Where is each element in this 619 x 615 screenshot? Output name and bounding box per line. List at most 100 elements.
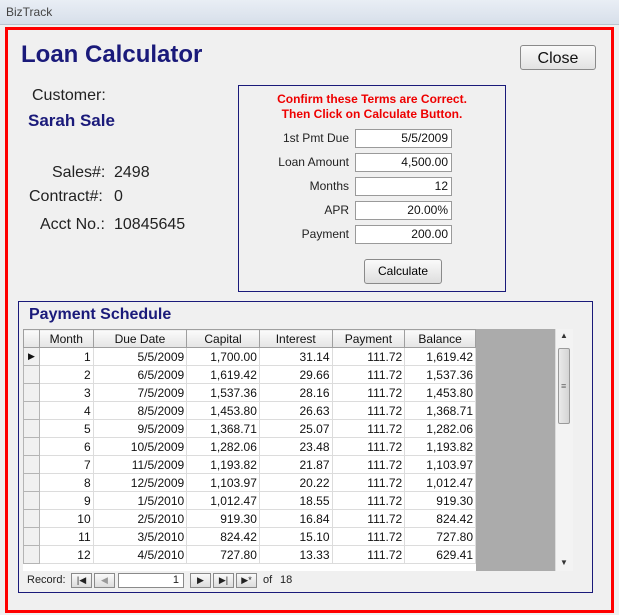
cell-month[interactable]: 1	[38, 347, 94, 366]
cell-interest[interactable]: 25.07	[258, 419, 333, 438]
previous-record-icon[interactable]: ◀	[94, 573, 115, 588]
cell-payment[interactable]: 111.72	[331, 383, 406, 402]
cell-capital[interactable]: 1,012.47	[186, 491, 260, 510]
column-header-capital[interactable]: Capital	[186, 329, 260, 348]
cell-payment[interactable]: 111.72	[331, 455, 406, 474]
row-selector[interactable]	[23, 383, 40, 402]
close-button[interactable]: Close	[520, 45, 596, 70]
cell-month[interactable]: 3	[38, 383, 94, 402]
cell-balance[interactable]: 1,537.36	[404, 365, 476, 384]
cell-capital[interactable]: 919.30	[186, 509, 260, 528]
payment-schedule-grid[interactable]: Month Due Date Capital Interest Payment …	[23, 329, 476, 571]
cell-payment[interactable]: 111.72	[331, 401, 406, 420]
payment-field[interactable]: 200.00	[355, 225, 452, 244]
column-header-balance[interactable]: Balance	[404, 329, 476, 348]
cell-capital[interactable]: 1,537.36	[186, 383, 260, 402]
cell-payment[interactable]: 111.72	[331, 365, 406, 384]
cell-month[interactable]: 7	[38, 455, 94, 474]
apr-field[interactable]: 20.00%	[355, 201, 452, 220]
cell-month[interactable]: 5	[38, 419, 94, 438]
last-record-icon[interactable]: ▶|	[213, 573, 234, 588]
cell-capital[interactable]: 824.42	[186, 527, 260, 546]
new-record-icon[interactable]: ▶*	[236, 573, 257, 588]
current-record-field[interactable]: 1	[118, 573, 184, 588]
cell-interest[interactable]: 26.63	[258, 401, 333, 420]
cell-month[interactable]: 10	[38, 509, 94, 528]
table-row[interactable]: 3 7/5/2009 1,537.36 28.16 111.72 1,453.80	[23, 383, 476, 402]
cell-month[interactable]: 4	[38, 401, 94, 420]
cell-due-date[interactable]: 9/5/2009	[92, 419, 188, 438]
cell-due-date[interactable]: 11/5/2009	[92, 455, 188, 474]
row-selector[interactable]	[23, 365, 40, 384]
cell-capital[interactable]: 1,103.97	[186, 473, 260, 492]
cell-interest[interactable]: 13.33	[258, 545, 333, 564]
cell-interest[interactable]: 31.14	[258, 347, 333, 366]
cell-payment[interactable]: 111.72	[331, 491, 406, 510]
cell-capital[interactable]: 1,453.80	[186, 401, 260, 420]
cell-interest[interactable]: 16.84	[258, 509, 333, 528]
column-header-month[interactable]: Month	[38, 329, 94, 348]
cell-due-date[interactable]: 3/5/2010	[92, 527, 188, 546]
table-row[interactable]: 10 2/5/2010 919.30 16.84 111.72 824.42	[23, 509, 476, 528]
row-selector[interactable]	[23, 419, 40, 438]
cell-due-date[interactable]: 7/5/2009	[92, 383, 188, 402]
cell-month[interactable]: 6	[38, 437, 94, 456]
cell-balance[interactable]: 1,193.82	[404, 437, 476, 456]
row-selector[interactable]	[23, 545, 40, 564]
scroll-down-icon[interactable]: ▼	[560, 558, 568, 567]
cell-payment[interactable]: 111.72	[331, 473, 406, 492]
row-selector[interactable]	[23, 455, 40, 474]
cell-payment[interactable]: 111.72	[331, 509, 406, 528]
table-row[interactable]: 6 10/5/2009 1,282.06 23.48 111.72 1,193.82	[23, 437, 476, 456]
cell-payment[interactable]: 111.72	[331, 545, 406, 564]
next-record-icon[interactable]: ▶	[190, 573, 211, 588]
row-selector[interactable]	[23, 473, 40, 492]
cell-payment[interactable]: 111.72	[331, 527, 406, 546]
cell-month[interactable]: 11	[38, 527, 94, 546]
cell-month[interactable]: 9	[38, 491, 94, 510]
cell-interest[interactable]: 18.55	[258, 491, 333, 510]
table-row[interactable]: 7 11/5/2009 1,193.82 21.87 111.72 1,103.97	[23, 455, 476, 474]
cell-capital[interactable]: 727.80	[186, 545, 260, 564]
cell-due-date[interactable]: 5/5/2009	[92, 347, 188, 366]
column-header-due-date[interactable]: Due Date	[92, 329, 188, 348]
table-row[interactable]: 12 4/5/2010 727.80 13.33 111.72 629.41	[23, 545, 476, 564]
column-header-interest[interactable]: Interest	[258, 329, 333, 348]
cell-due-date[interactable]: 12/5/2009	[92, 473, 188, 492]
cell-balance[interactable]: 1,619.42	[404, 347, 476, 366]
months-field[interactable]: 12	[355, 177, 452, 196]
cell-capital[interactable]: 1,700.00	[186, 347, 260, 366]
cell-interest[interactable]: 28.16	[258, 383, 333, 402]
cell-capital[interactable]: 1,193.82	[186, 455, 260, 474]
calculate-button[interactable]: Calculate	[364, 259, 442, 284]
cell-capital[interactable]: 1,368.71	[186, 419, 260, 438]
loan-amount-field[interactable]: 4,500.00	[355, 153, 452, 172]
cell-balance[interactable]: 1,103.97	[404, 455, 476, 474]
cell-due-date[interactable]: 8/5/2009	[92, 401, 188, 420]
cell-interest[interactable]: 21.87	[258, 455, 333, 474]
cell-balance[interactable]: 1,282.06	[404, 419, 476, 438]
cell-payment[interactable]: 111.72	[331, 419, 406, 438]
first-record-icon[interactable]: |◀	[71, 573, 92, 588]
scroll-up-icon[interactable]: ▲	[560, 331, 568, 340]
table-row[interactable]: 8 12/5/2009 1,103.97 20.22 111.72 1,012.47	[23, 473, 476, 492]
column-header-payment[interactable]: Payment	[331, 329, 406, 348]
cell-interest[interactable]: 29.66	[258, 365, 333, 384]
cell-balance[interactable]: 919.30	[404, 491, 476, 510]
row-selector[interactable]	[23, 437, 40, 456]
table-row[interactable]: 5 9/5/2009 1,368.71 25.07 111.72 1,282.06	[23, 419, 476, 438]
cell-payment[interactable]: 111.72	[331, 437, 406, 456]
cell-balance[interactable]: 824.42	[404, 509, 476, 528]
cell-month[interactable]: 2	[38, 365, 94, 384]
cell-payment[interactable]: 111.72	[331, 347, 406, 366]
cell-due-date[interactable]: 4/5/2010	[92, 545, 188, 564]
cell-capital[interactable]: 1,282.06	[186, 437, 260, 456]
cell-due-date[interactable]: 10/5/2009	[92, 437, 188, 456]
cell-interest[interactable]: 20.22	[258, 473, 333, 492]
scroll-thumb[interactable]: ≡	[558, 348, 570, 424]
vertical-scrollbar[interactable]: ▲ ≡ ▼	[555, 329, 573, 571]
table-row[interactable]: 2 6/5/2009 1,619.42 29.66 111.72 1,537.36	[23, 365, 476, 384]
row-selector[interactable]	[23, 527, 40, 546]
cell-due-date[interactable]: 1/5/2010	[92, 491, 188, 510]
cell-interest[interactable]: 15.10	[258, 527, 333, 546]
